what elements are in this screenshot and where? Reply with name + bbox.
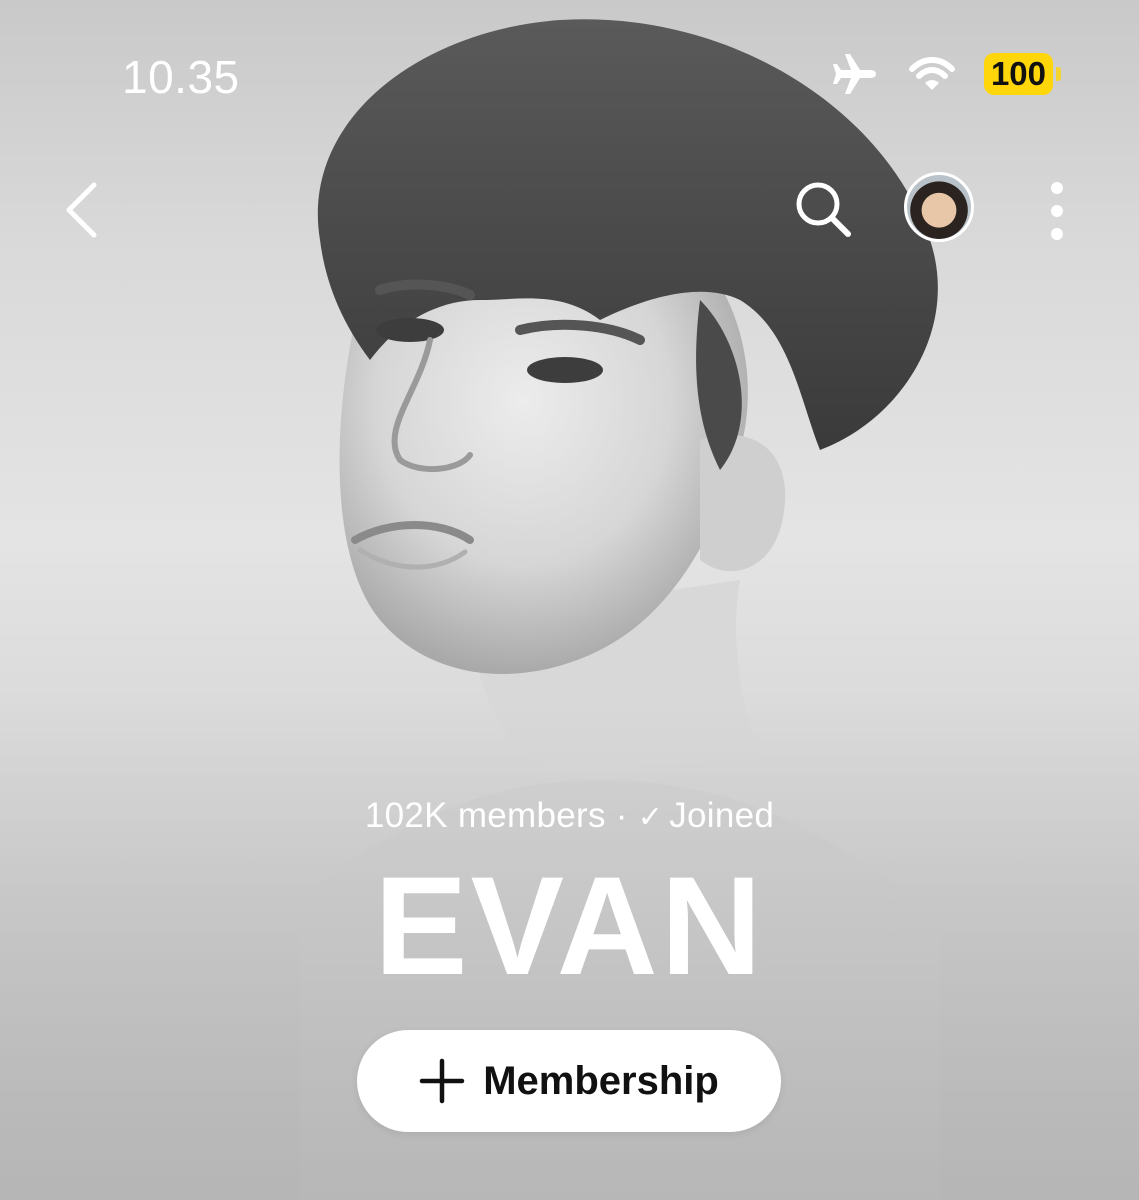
wifi-icon (908, 57, 955, 90)
search-button[interactable] (790, 176, 856, 242)
more-vertical-icon-dot (1051, 182, 1063, 194)
more-vertical-icon-dot (1051, 228, 1063, 240)
battery-icon: 100 (983, 53, 1061, 95)
more-options-button[interactable] (1034, 176, 1080, 246)
status-bar: 10.35 100 (0, 0, 1139, 150)
checkmark-icon: ✓ (637, 801, 664, 834)
search-icon (796, 182, 851, 237)
top-nav-bar (0, 160, 1139, 260)
meta-separator: · (615, 796, 628, 835)
plus-icon (419, 1058, 465, 1104)
more-vertical-icon-dot (1051, 205, 1063, 217)
status-icons: 100 (832, 52, 1061, 96)
battery-level: 100 (983, 53, 1053, 95)
airplane-mode-icon (832, 54, 876, 94)
community-meta: 102K members · ✓ Joined (0, 796, 1139, 836)
community-profile-screen: 10.35 100 102K members · ✓ Joined EVAN M… (0, 0, 1139, 1200)
joined-status: Joined (669, 796, 775, 835)
back-chevron-icon (66, 182, 97, 238)
battery-tip (1056, 67, 1061, 81)
profile-avatar[interactable] (904, 172, 974, 242)
status-time: 10.35 (122, 51, 240, 103)
member-count: 102K members (364, 796, 606, 835)
community-name: EVAN (374, 847, 765, 1004)
back-button[interactable] (56, 178, 106, 242)
membership-label: Membership (483, 1058, 719, 1103)
membership-button[interactable]: Membership (357, 1030, 781, 1132)
